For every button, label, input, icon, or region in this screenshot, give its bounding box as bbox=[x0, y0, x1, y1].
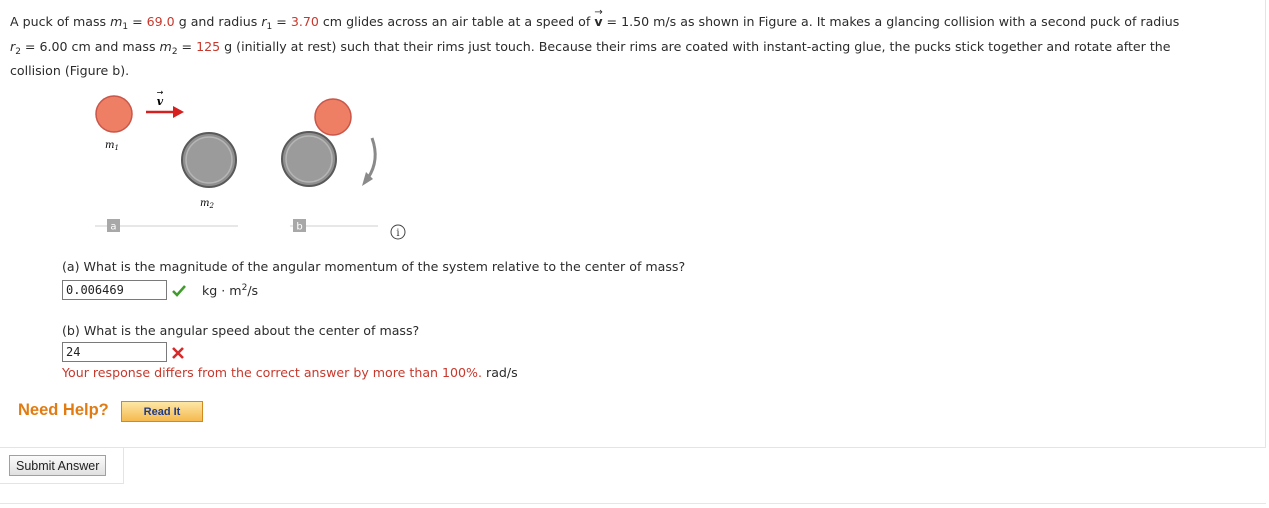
answer-a-input[interactable] bbox=[62, 280, 167, 300]
puck-m2-b-face bbox=[285, 135, 333, 183]
feedback-b: Your response differs from the correct a… bbox=[62, 365, 518, 380]
figure-a-tag-text: a bbox=[110, 222, 116, 233]
puck-m1-b bbox=[314, 98, 352, 136]
figure-b-tag-text: b bbox=[296, 222, 302, 233]
svg-text:i: i bbox=[396, 228, 399, 239]
velocity-arrow-head bbox=[173, 106, 184, 118]
info-icon[interactable]: i bbox=[390, 224, 406, 240]
question-b: (b) What is the angular speed about the … bbox=[62, 323, 420, 338]
divider bbox=[0, 503, 1266, 504]
puck-m2-face bbox=[185, 136, 233, 184]
puck-m1 bbox=[95, 95, 133, 133]
m1-label: m1 bbox=[105, 140, 119, 152]
submit-answer-button[interactable]: Submit Answer bbox=[9, 455, 107, 476]
submit-area: Submit Answer bbox=[0, 448, 124, 484]
velocity-symbol: → v bbox=[594, 7, 603, 29]
answer-b-input[interactable] bbox=[62, 342, 167, 362]
question-panel: A puck of mass m1 = 69.0 g and radius r1… bbox=[0, 0, 1266, 448]
read-it-button[interactable]: Read It bbox=[121, 401, 203, 422]
question-a: (a) What is the magnitude of the angular… bbox=[62, 259, 686, 274]
need-help-label: Need Help? bbox=[18, 401, 109, 419]
cross-icon bbox=[172, 347, 184, 359]
checkmark-icon bbox=[172, 285, 186, 297]
unit-a: kg · m2/s bbox=[202, 283, 259, 298]
rotation-arrow bbox=[366, 137, 377, 179]
m2-label: m2 bbox=[200, 198, 214, 210]
collision-figure: v → m1 m2 a b i bbox=[95, 88, 406, 240]
velocity-label-arrow: → bbox=[157, 88, 164, 97]
